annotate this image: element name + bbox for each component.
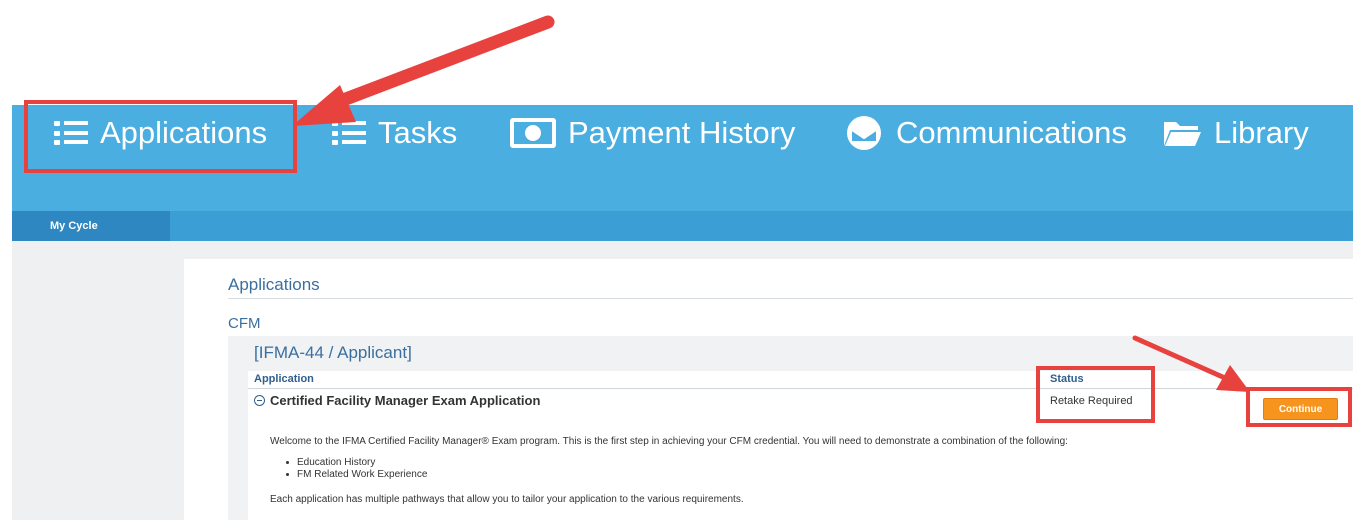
arrow-to-continue bbox=[1132, 335, 1250, 392]
arrow-to-applications bbox=[292, 15, 555, 126]
annotation-arrows bbox=[292, 15, 1250, 392]
screenshot-root: Applications Tasks Payment History Commu… bbox=[0, 0, 1353, 520]
